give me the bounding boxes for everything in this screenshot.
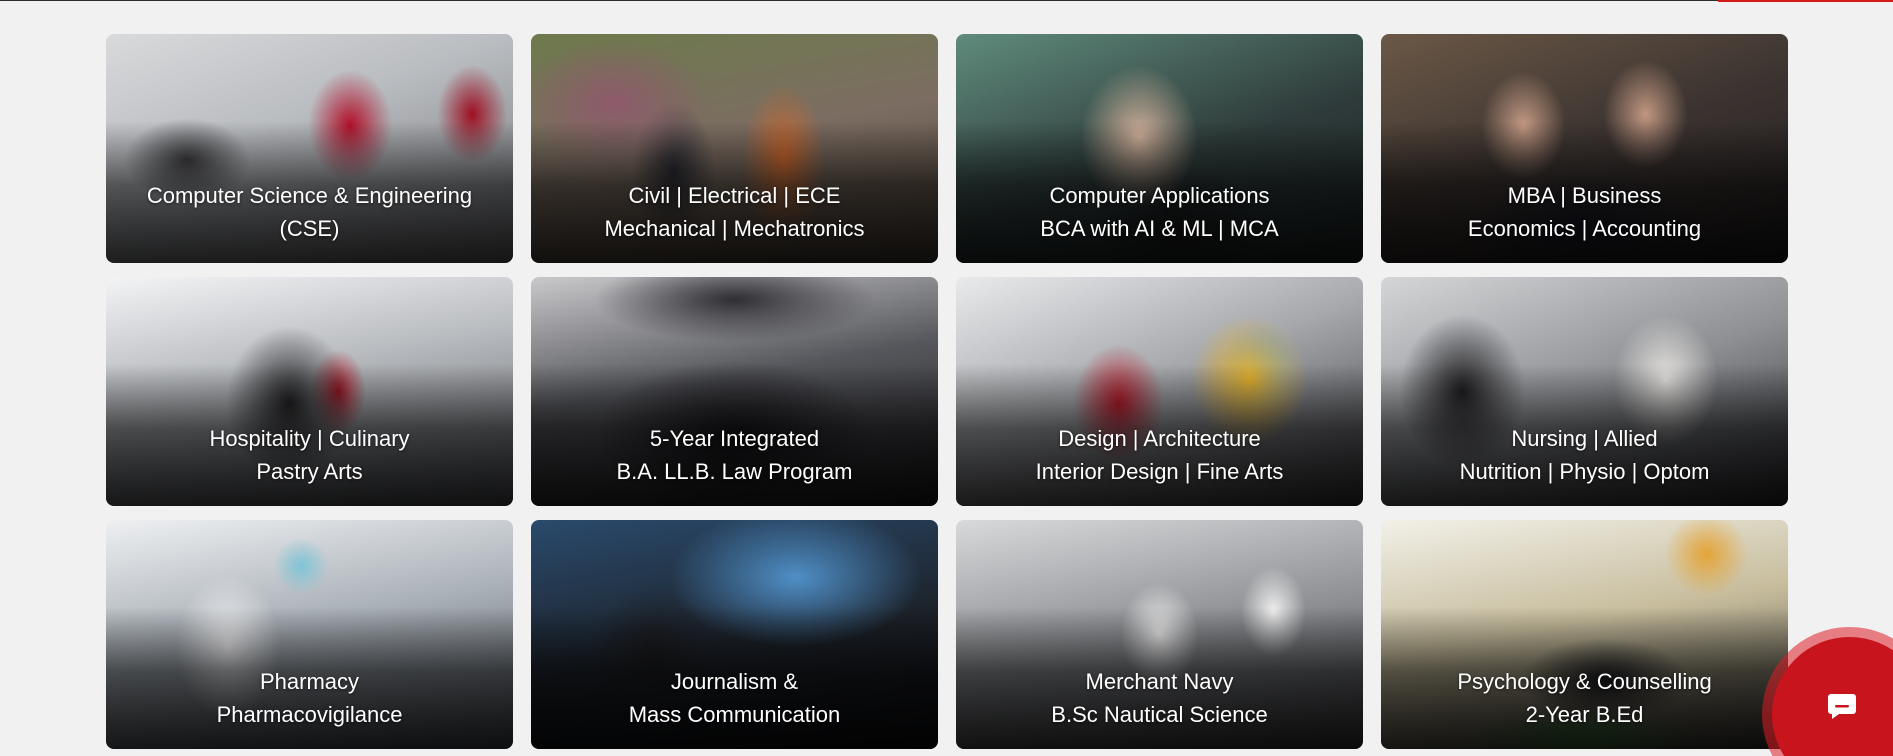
caption-line-1: 5-Year Integrated	[649, 426, 820, 451]
program-caption: 5-Year Integrated B.A. LL.B. Law Program	[531, 422, 938, 488]
program-caption: Nursing | Allied Nutrition | Physio | Op…	[1381, 422, 1788, 488]
program-caption: MBA | Business Economics | Accounting	[1381, 179, 1788, 245]
caption-line-2: (CSE)	[279, 216, 340, 241]
program-card-computer-applications[interactable]: Computer Applications BCA with AI & ML |…	[956, 34, 1363, 263]
caption-line-1: Computer Science & Engineering	[146, 183, 473, 208]
caption-line-1: MBA | Business	[1507, 183, 1662, 208]
program-caption: Journalism & Mass Communication	[531, 665, 938, 731]
program-card-pharmacy[interactable]: Pharmacy Pharmacovigilance	[106, 520, 513, 749]
program-caption: Computer Applications BCA with AI & ML |…	[956, 179, 1363, 245]
top-accent-bar	[1718, 0, 1893, 2]
caption-line-1: Civil | Electrical | ECE	[628, 183, 841, 208]
program-card-hospitality[interactable]: Hospitality | Culinary Pastry Arts	[106, 277, 513, 506]
caption-line-2: Nutrition | Physio | Optom	[1459, 459, 1710, 484]
program-caption: Computer Science & Engineering (CSE)	[106, 179, 513, 245]
program-caption: Civil | Electrical | ECE Mechanical | Me…	[531, 179, 938, 245]
program-card-engineering[interactable]: Civil | Electrical | ECE Mechanical | Me…	[531, 34, 938, 263]
program-card-mba[interactable]: MBA | Business Economics | Accounting	[1381, 34, 1788, 263]
caption-line-1: Psychology & Counselling	[1457, 669, 1712, 694]
program-caption: Merchant Navy B.Sc Nautical Science	[956, 665, 1363, 731]
program-caption: Hospitality | Culinary Pastry Arts	[106, 422, 513, 488]
caption-line-1: Pharmacy	[259, 669, 360, 694]
program-caption: Design | Architecture Interior Design | …	[956, 422, 1363, 488]
program-grid: Computer Science & Engineering (CSE) Civ…	[106, 34, 1788, 749]
caption-line-1: Nursing | Allied	[1511, 426, 1658, 451]
caption-line-2: Economics | Accounting	[1467, 216, 1702, 241]
program-card-nursing[interactable]: Nursing | Allied Nutrition | Physio | Op…	[1381, 277, 1788, 506]
caption-line-2: B.Sc Nautical Science	[1051, 702, 1268, 727]
caption-line-2: B.A. LL.B. Law Program	[616, 459, 853, 484]
program-card-merchant-navy[interactable]: Merchant Navy B.Sc Nautical Science	[956, 520, 1363, 749]
chat-icon[interactable]	[1827, 692, 1857, 720]
program-card-cse[interactable]: Computer Science & Engineering (CSE)	[106, 34, 513, 263]
program-card-law[interactable]: 5-Year Integrated B.A. LL.B. Law Program	[531, 277, 938, 506]
program-caption: Pharmacy Pharmacovigilance	[106, 665, 513, 731]
caption-line-1: Design | Architecture	[1058, 426, 1261, 451]
caption-line-2: BCA with AI & ML | MCA	[1040, 216, 1279, 241]
caption-line-2: Pastry Arts	[256, 459, 363, 484]
caption-line-2: Mechanical | Mechatronics	[604, 216, 865, 241]
program-card-journalism[interactable]: Journalism & Mass Communication	[531, 520, 938, 749]
caption-line-2: 2-Year B.Ed	[1525, 702, 1644, 727]
top-divider	[0, 0, 1893, 1]
caption-line-1: Journalism &	[670, 669, 799, 694]
program-card-psychology[interactable]: Psychology & Counselling 2-Year B.Ed	[1381, 520, 1788, 749]
program-card-design[interactable]: Design | Architecture Interior Design | …	[956, 277, 1363, 506]
caption-line-2: Mass Communication	[628, 702, 841, 727]
caption-line-2: Interior Design | Fine Arts	[1035, 459, 1284, 484]
caption-line-1: Hospitality | Culinary	[209, 426, 410, 451]
program-caption: Psychology & Counselling 2-Year B.Ed	[1381, 665, 1788, 731]
caption-line-1: Computer Applications	[1049, 183, 1270, 208]
caption-line-2: Pharmacovigilance	[216, 702, 403, 727]
caption-line-1: Merchant Navy	[1085, 669, 1234, 694]
